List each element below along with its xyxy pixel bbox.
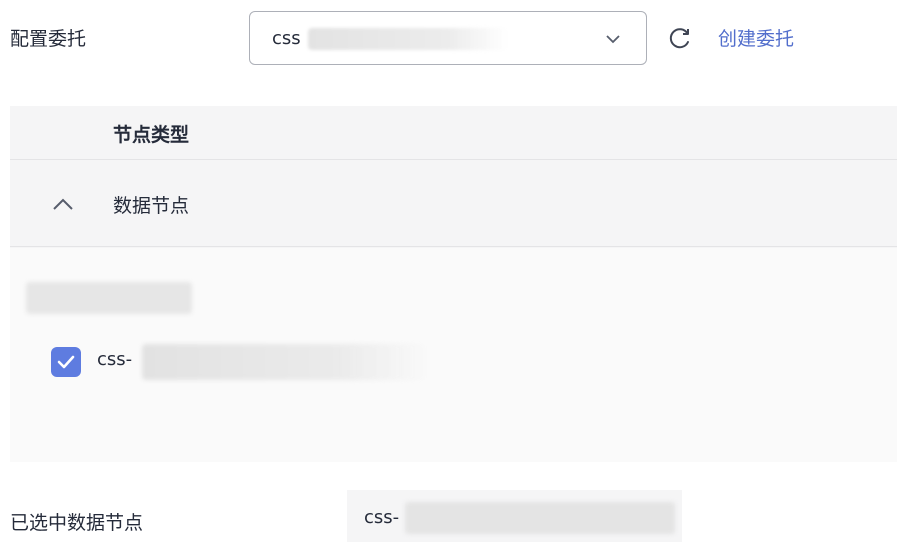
check-icon (57, 355, 75, 369)
node-checkbox[interactable] (51, 347, 81, 377)
group-name: 数据节点 (113, 195, 190, 217)
chevron-up-icon[interactable] (50, 193, 76, 215)
redacted-title (26, 282, 192, 314)
column-header-node-type: 节点类型 (113, 124, 190, 146)
group-row-data-node[interactable]: 数据节点 (10, 161, 897, 247)
redacted-selected-node (405, 502, 675, 534)
redacted-value (308, 28, 508, 50)
selected-node-prefix: css- (364, 507, 400, 528)
selected-nodes-label: 已选中数据节点 (10, 512, 144, 534)
group-body: css- (10, 248, 897, 462)
config-agency-label: 配置委托 (10, 28, 87, 50)
refresh-icon[interactable] (667, 25, 693, 51)
agency-select[interactable]: css (249, 11, 647, 65)
create-agency-link[interactable]: 创建委托 (718, 24, 794, 51)
selected-nodes-value: css- (347, 490, 682, 542)
node-type-table: 节点类型 数据节点 css- (10, 106, 897, 462)
table-header: 节点类型 (10, 106, 897, 160)
chevron-down-icon (606, 35, 620, 44)
node-item-label: css- (97, 349, 133, 370)
redacted-node-name (142, 344, 428, 380)
agency-select-value: css (272, 28, 301, 49)
